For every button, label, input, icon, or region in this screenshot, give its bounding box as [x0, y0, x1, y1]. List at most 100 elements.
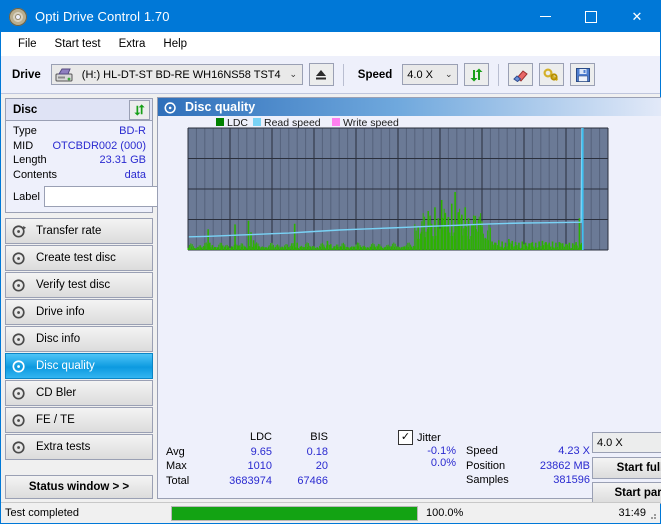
speed-label: Speed	[357, 68, 393, 81]
toolbar-divider	[342, 63, 344, 86]
status-bar: Test completed 100.0% 31:49	[1, 502, 660, 523]
jitter-label: Jitter	[417, 431, 441, 444]
position-stat-label: Position	[466, 459, 506, 472]
drive-label: Drive	[12, 68, 41, 81]
disc-row-length: Length 23.31 GB	[13, 153, 146, 168]
menu-file[interactable]: File	[9, 35, 46, 53]
left-pane: Disc Type BD-R MID OTCBDR002 (000) Lengt…	[1, 94, 248, 499]
speed-select[interactable]: 4.0 X ⌄	[402, 64, 459, 85]
sidebar-item-verify-test-disc[interactable]: Verify test disc	[5, 272, 153, 298]
sidebar-item-label: Create test disc	[36, 252, 116, 264]
sidebar-item-cd-bler[interactable]: CD Bler	[5, 380, 153, 406]
stats-row-max-label: Max	[166, 460, 187, 472]
disc-icon	[12, 333, 25, 346]
menu-extra[interactable]: Extra	[110, 35, 155, 53]
close-button[interactable]: ✕	[614, 1, 660, 32]
statistics-panel: LDC BIS Avg 9.65 0.18 Max 1010 20 Total …	[158, 426, 661, 504]
start-part-button[interactable]: Start part	[592, 482, 661, 504]
disc-panel-header: Disc	[6, 99, 152, 121]
sidebar-item-label: Extra tests	[36, 441, 91, 453]
drive-icon	[55, 68, 73, 82]
samples-stat-value: 381596	[553, 474, 590, 486]
sidebar-item-label: Verify test disc	[36, 279, 111, 291]
stats-avg-ldc: 9.65	[250, 445, 272, 458]
window-controls: ✕	[522, 1, 660, 32]
progress-percent: 100.0%	[426, 507, 464, 519]
disc-contents-value: data	[124, 168, 146, 181]
disc-icon	[12, 279, 25, 292]
start-full-button[interactable]: Start full	[592, 457, 661, 479]
disc-row-type: Type BD-R	[13, 124, 146, 139]
stats-corner	[166, 430, 210, 445]
sidebar-item-extra-tests[interactable]: Extra tests	[5, 434, 153, 460]
measurements-grid: Speed 4.23 X Position 23862 MB Samples 3…	[466, 444, 592, 488]
disc-quality-panel: Disc quality LDC Read speed Write speed LD…	[157, 97, 661, 504]
minimize-button[interactable]	[522, 1, 568, 32]
disc-icon	[12, 387, 25, 400]
drive-select[interactable]: (H:) HL-DT-ST BD-RE WH16NS58 TST4 ⌄	[50, 64, 303, 85]
disc-label-label: Label	[13, 190, 40, 203]
disc-icon	[12, 414, 25, 427]
menu-help[interactable]: Help	[154, 35, 196, 53]
charts-container: LDC Read speed Write speed	[158, 116, 661, 426]
disc-row-mid: MID OTCBDR002 (000)	[13, 139, 146, 154]
disc-quality-header: Disc quality	[158, 98, 661, 116]
save-button[interactable]	[570, 63, 596, 86]
disc-type-label: Type	[13, 125, 37, 137]
sidebar-item-label: Transfer rate	[36, 225, 102, 237]
test-speed-select[interactable]: 4.0 X ⌄	[592, 432, 661, 453]
sidebar-item-fe-te[interactable]: FE / TE	[5, 407, 153, 433]
disc-quality-icon	[164, 101, 176, 114]
window-title: Opti Drive Control 1.70	[35, 9, 170, 24]
actions-block: 4.0 X ⌄ Start full Start part	[592, 426, 661, 504]
save-icon	[575, 67, 590, 82]
title-bar: Opti Drive Control 1.70 ✕	[1, 1, 660, 32]
eject-icon	[316, 70, 327, 80]
disc-mid-value: OTCBDR002 (000)	[52, 139, 146, 152]
stats-max-bis: 20	[315, 460, 328, 472]
speed-value: 4.0 X	[407, 68, 433, 81]
maximize-button[interactable]	[568, 1, 614, 32]
refresh-icon	[134, 103, 145, 116]
sidebar-item-label: Disc quality	[36, 360, 95, 372]
test-speed-value: 4.0 X	[597, 436, 623, 449]
status-window-button[interactable]: Status window > >	[5, 475, 153, 499]
eject-button[interactable]	[308, 63, 334, 86]
app-window: Opti Drive Control 1.70 ✕ File Start tes…	[0, 0, 661, 524]
disc-icon	[12, 306, 25, 319]
sidebar-item-label: Disc info	[36, 333, 81, 345]
sidebar-item-drive-info[interactable]: Drive info	[5, 299, 153, 325]
sidebar-item-transfer-rate[interactable]: Transfer rate	[5, 218, 153, 244]
svg-text:Read speed: Read speed	[264, 117, 321, 129]
disc-type-value: BD-R	[119, 125, 146, 137]
sidebar-item-disc-info[interactable]: Disc info	[5, 326, 153, 352]
sidebar-item-disc-quality[interactable]: Disc quality	[5, 353, 153, 379]
key-button[interactable]	[539, 63, 565, 86]
jitter-checkbox[interactable]: ✓	[398, 430, 413, 445]
drive-value: (H:) HL-DT-ST BD-RE WH16NS58 TST4	[81, 68, 281, 81]
disc-mid-label: MID	[13, 139, 34, 152]
disc-length-value: 23.31 GB	[99, 154, 146, 166]
toolbar: Drive (H:) HL-DT-ST BD-RE WH16NS58 TST4 …	[1, 56, 660, 94]
disc-refresh-button[interactable]	[129, 99, 150, 120]
disc-contents-label: Contents	[13, 168, 58, 181]
sidebar-item-label: Drive info	[36, 306, 85, 318]
stats-avg-bis: 0.18	[306, 445, 328, 458]
resize-grip-icon[interactable]	[646, 509, 658, 521]
speed-stat-value: 4.23 X	[558, 445, 590, 457]
page-title: Disc quality	[185, 100, 256, 114]
sidebar-item-create-test-disc[interactable]: Create test disc	[5, 245, 153, 271]
erase-button[interactable]	[508, 63, 534, 86]
menu-start-test[interactable]: Start test	[46, 35, 110, 53]
minimize-icon	[539, 16, 551, 17]
refresh-icon	[470, 68, 483, 81]
stats-grid: LDC BIS Avg 9.65 0.18 Max 1010 20 Total …	[166, 430, 398, 488]
disc-panel-title: Disc	[13, 103, 38, 116]
chevron-down-icon: ⌄	[289, 69, 298, 79]
stats-col-bis: BIS	[310, 431, 328, 443]
refresh-button[interactable]	[464, 63, 490, 86]
disc-label-row: Label	[13, 186, 248, 207]
main-body: Disc Type BD-R MID OTCBDR002 (000) Lengt…	[1, 94, 661, 504]
position-stat-value: 23862 MB	[539, 459, 590, 472]
